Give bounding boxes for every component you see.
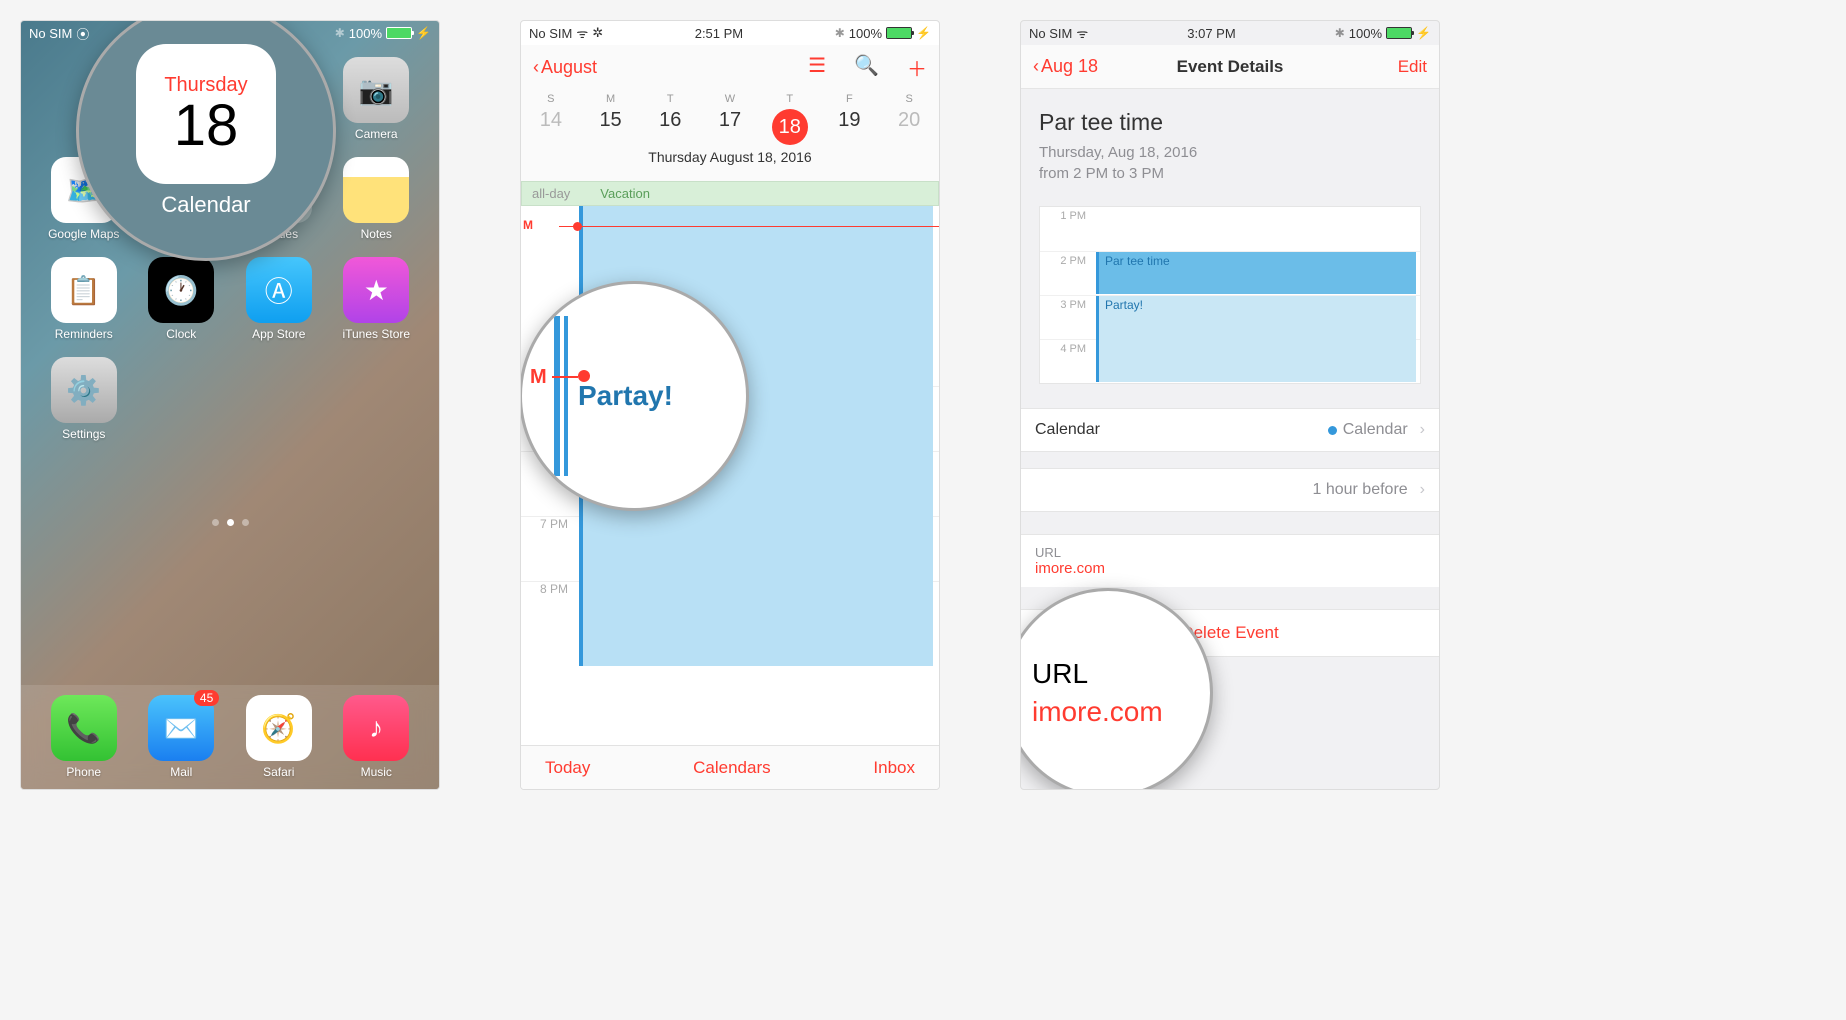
day-19[interactable]: 19 (820, 109, 880, 145)
battery-icon (886, 27, 912, 39)
event-name: Par tee time (1039, 109, 1421, 136)
today-button[interactable]: Today (545, 758, 590, 778)
url-row[interactable]: URL imore.com (1021, 534, 1439, 587)
day-17[interactable]: 17 (700, 109, 760, 145)
day-14[interactable]: 14 (521, 109, 581, 145)
calendar-day-view: No SIM ᯤ ✲ 2:51 PM ✱100%⚡ ‹August ☰ 🔍 ＋ … (520, 20, 940, 790)
event-partay[interactable]: Partay! (578, 380, 673, 412)
status-bar: No SIM ᯤ ✲ 2:51 PM ✱100%⚡ (521, 21, 939, 45)
app-music[interactable]: ♪Music (334, 695, 420, 779)
magnify-event: M Partay! (520, 281, 749, 511)
week-header: SMTWTFS 14 15 16 17 18 19 20 Thursday Au… (521, 89, 939, 181)
home-screen: No SIM ⦿ ✱ 100% ⚡ 📷 Camera 🗺️Google Maps… (20, 20, 440, 790)
battery-icon (1386, 27, 1412, 39)
app-settings[interactable]: ⚙️Settings (41, 357, 127, 441)
mini-event-partee[interactable]: Par tee time (1096, 252, 1416, 294)
inbox-button[interactable]: Inbox (873, 758, 915, 778)
event-details-screen: No SIM ᯤ 3:07 PM ✱100%⚡ ‹Aug 18 Event De… (1020, 20, 1440, 790)
now-indicator-line (559, 226, 939, 227)
alert-row[interactable]: 1 hour before› (1021, 468, 1439, 512)
dock: 📞Phone ✉️45Mail 🧭Safari ♪Music (21, 685, 439, 789)
battery-icon (386, 27, 412, 39)
charging-icon: ⚡ (1416, 26, 1431, 40)
back-button[interactable]: ‹August (533, 57, 597, 78)
event-date: Thursday, Aug 18, 2016 (1039, 142, 1421, 163)
day-15[interactable]: 15 (581, 109, 641, 145)
chevron-right-icon: › (1420, 421, 1425, 439)
date-subtitle: Thursday August 18, 2016 (521, 145, 939, 173)
app-clock[interactable]: 🕐Clock (139, 257, 225, 341)
charging-icon: ⚡ (916, 26, 931, 40)
back-button[interactable]: ‹Aug 18 (1033, 56, 1098, 77)
charging-icon: ⚡ (416, 26, 431, 40)
page-dots[interactable] (21, 519, 439, 526)
carrier-label: No SIM (29, 26, 72, 41)
mini-timeline: 1 PM 2 PM Par tee time 3 PM Partay! 4 PM (1039, 206, 1421, 384)
day-20[interactable]: 20 (879, 109, 939, 145)
app-notes[interactable]: Notes (334, 157, 420, 241)
wifi-icon: ᯤ (576, 24, 588, 42)
battery-label: 100% (349, 26, 382, 41)
app-appstore[interactable]: ⒶApp Store (236, 257, 322, 341)
now-indicator-dot (573, 222, 582, 231)
chevron-left-icon: ‹ (533, 57, 539, 78)
wifi-icon: ᯤ (1076, 24, 1088, 42)
bluetooth-icon: ✱ (1335, 26, 1345, 40)
chevron-left-icon: ‹ (1033, 56, 1039, 77)
event-time: from 2 PM to 3 PM (1039, 163, 1421, 184)
bluetooth-icon: ✱ (835, 26, 845, 40)
calendar-row[interactable]: Calendar Calendar› (1021, 408, 1439, 452)
app-mail[interactable]: ✉️45Mail (139, 695, 225, 779)
status-bar: No SIM ᯤ 3:07 PM ✱100%⚡ (1021, 21, 1439, 45)
url-link[interactable]: imore.com (1032, 696, 1163, 728)
day-16[interactable]: 16 (640, 109, 700, 145)
spinner-icon: ✲ (592, 25, 603, 41)
add-event-icon[interactable]: ＋ (907, 53, 927, 82)
app-itunes[interactable]: ★iTunes Store (334, 257, 420, 341)
bluetooth-icon: ✱ (335, 26, 345, 40)
calendar-color-dot (1328, 426, 1337, 435)
chevron-right-icon: › (1420, 481, 1425, 499)
calendar-toolbar: Today Calendars Inbox (521, 745, 939, 789)
day-18-selected[interactable]: 18 (772, 109, 808, 145)
calendar-app-icon[interactable]: Thursday 18 (136, 44, 276, 184)
search-icon[interactable]: 🔍 (854, 53, 879, 82)
list-view-icon[interactable]: ☰ (808, 53, 826, 82)
app-camera[interactable]: 📷 Camera (334, 57, 420, 141)
nav-bar: ‹August ☰ 🔍 ＋ (521, 45, 939, 89)
nav-bar: ‹Aug 18 Event Details Edit (1021, 45, 1439, 89)
edit-button[interactable]: Edit (1398, 57, 1427, 77)
app-safari[interactable]: 🧭Safari (236, 695, 322, 779)
time-label: 3:07 PM (1187, 26, 1235, 41)
app-phone[interactable]: 📞Phone (41, 695, 127, 779)
all-day-row[interactable]: all-day Vacation (521, 181, 939, 206)
calendars-button[interactable]: Calendars (693, 758, 771, 778)
time-label: 2:51 PM (695, 26, 743, 41)
app-reminders[interactable]: 📋Reminders (41, 257, 127, 341)
wifi-icon: ⦿ (76, 24, 89, 43)
